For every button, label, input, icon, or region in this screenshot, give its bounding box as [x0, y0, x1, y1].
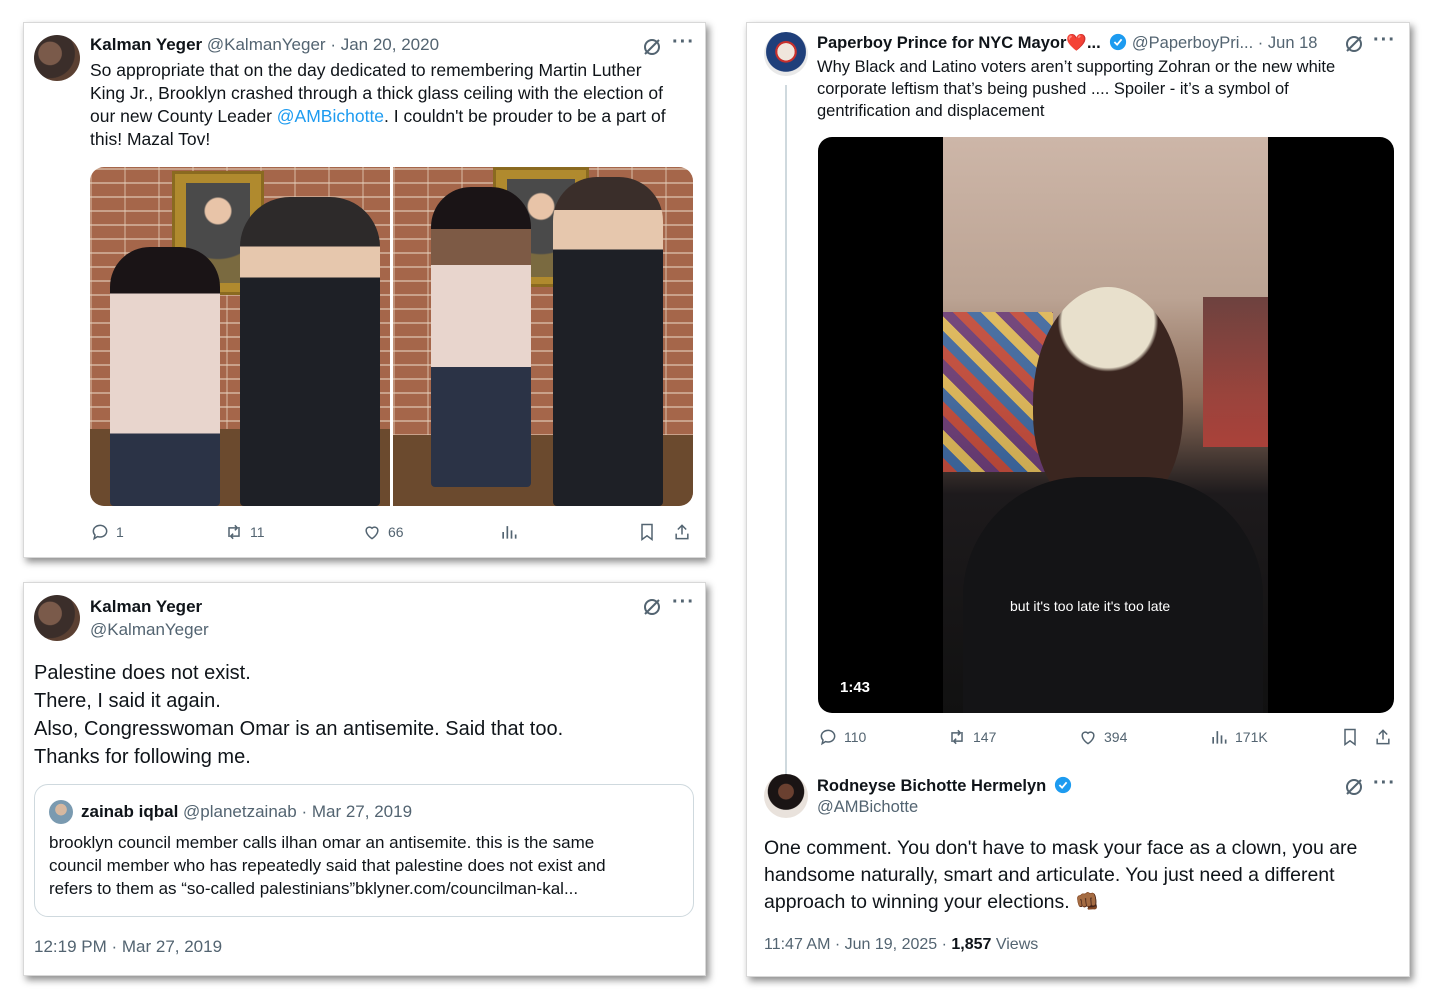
bookmark-button[interactable]	[1340, 727, 1360, 747]
avatar[interactable]	[34, 595, 80, 641]
views-button[interactable]: 171K	[1209, 727, 1268, 747]
quote-avatar	[49, 800, 73, 824]
author-handle[interactable]: @PaperboyPri...	[1132, 34, 1253, 52]
more-options-icon[interactable]: ···	[1373, 29, 1396, 52]
post-date[interactable]: Jun 18	[1268, 34, 1318, 52]
author-name[interactable]: Paperboy Prince for NYC Mayor❤️...	[817, 34, 1101, 52]
quote-date: Mar 27, 2019	[311, 802, 413, 821]
tweet-card-1: Kalman Yeger @KalmanYeger · Jan 20, 2020…	[23, 22, 706, 558]
grok-icon[interactable]	[642, 37, 662, 57]
reply-count: 110	[844, 729, 867, 745]
verified-badge-icon	[1110, 33, 1127, 51]
quote-text: brooklyn council member calls ilhan omar…	[49, 833, 606, 898]
share-button[interactable]	[672, 522, 692, 542]
share-button[interactable]	[1373, 727, 1393, 747]
tweet-text: One comment. You don't have to mask your…	[764, 837, 1358, 913]
views-icon	[1212, 731, 1227, 744]
verified-badge-icon	[1054, 776, 1071, 794]
views-icon	[502, 526, 517, 539]
share-icon	[675, 524, 689, 540]
bookmark-icon	[641, 523, 653, 541]
grok-icon[interactable]	[1344, 777, 1364, 797]
author-name[interactable]: Rodneyse Bichotte Hermelyn	[817, 777, 1046, 795]
tweet-thread-card: Paperboy Prince for NYC Mayor❤️... @Pape…	[746, 22, 1410, 977]
tweet-card-2: Kalman Yeger @KalmanYeger ··· Palestine …	[23, 582, 706, 976]
repost-button[interactable]: 147	[947, 727, 996, 747]
reply-icon	[92, 524, 108, 541]
repost-count: 147	[973, 729, 997, 745]
post-timestamp[interactable]: 11:47 AM · Jun 19, 2025 · 1,857 Views	[764, 936, 1038, 954]
bookmark-button[interactable]	[637, 522, 657, 542]
heart-icon	[365, 526, 379, 540]
more-options-icon[interactable]: ···	[1373, 772, 1396, 795]
post-timestamp[interactable]: 12:19 PM · Mar 27, 2019	[34, 937, 222, 957]
video-duration: 1:43	[840, 679, 871, 696]
like-count: 66	[388, 524, 404, 540]
more-options-icon[interactable]: ···	[672, 31, 695, 54]
repost-icon	[228, 524, 240, 540]
photo-2[interactable]	[393, 167, 693, 506]
quoted-tweet[interactable]: zainab iqbal @planetzainab · Mar 27, 201…	[34, 784, 694, 917]
heart-icon	[1081, 731, 1095, 745]
author-handle[interactable]: @KalmanYeger	[90, 620, 209, 640]
repost-button[interactable]: 11	[224, 522, 265, 542]
quote-author-handle: @planetzainab	[183, 802, 297, 821]
reply-count: 1	[116, 524, 124, 540]
tweet-text: Palestine does not exist. There, I said …	[34, 662, 564, 768]
views-count: 1,857	[951, 936, 992, 953]
quote-author-name: zainab iqbal	[81, 802, 179, 821]
grok-icon[interactable]	[1344, 34, 1364, 54]
dot-separator: ·	[330, 35, 336, 54]
avatar[interactable]	[764, 32, 808, 76]
bookmark-icon	[1344, 728, 1356, 746]
thread-connector	[785, 85, 787, 775]
mention-link[interactable]: @AMBichotte	[277, 106, 384, 126]
video-caption: but it's too late it's too late	[1010, 598, 1171, 614]
dot-separator: ·	[301, 802, 308, 821]
author-name[interactable]: Kalman Yeger	[90, 597, 202, 617]
grok-icon[interactable]	[642, 597, 662, 617]
photo-1[interactable]	[90, 167, 390, 506]
share-icon	[1376, 729, 1390, 745]
tweet-text: So appropriate that on the day dedicated…	[90, 60, 666, 149]
reply-icon	[820, 729, 836, 746]
post-date[interactable]: Jan 20, 2020	[341, 35, 439, 54]
repost-count: 11	[250, 524, 265, 540]
avatar[interactable]	[764, 774, 808, 818]
like-count: 394	[1104, 729, 1128, 745]
author-name[interactable]: Kalman Yeger	[90, 35, 202, 54]
avatar[interactable]	[34, 35, 80, 81]
reply-button[interactable]: 1	[90, 522, 124, 542]
tweet-text: Why Black and Latino voters aren’t suppo…	[817, 58, 1336, 120]
video-player[interactable]: but it's too late it's too late 1:43	[818, 137, 1394, 713]
views-button[interactable]	[499, 522, 519, 542]
views-count: 171K	[1235, 729, 1268, 745]
author-handle[interactable]: @KalmanYeger	[207, 35, 326, 54]
author-handle[interactable]: @AMBichotte	[817, 798, 918, 817]
like-button[interactable]: 66	[362, 522, 404, 542]
dot-separator: ·	[1257, 34, 1264, 52]
like-button[interactable]: 394	[1078, 727, 1127, 747]
repost-icon	[951, 729, 963, 745]
more-options-icon[interactable]: ···	[672, 591, 695, 614]
video-frame	[943, 137, 1268, 713]
reply-button[interactable]: 110	[818, 727, 866, 747]
